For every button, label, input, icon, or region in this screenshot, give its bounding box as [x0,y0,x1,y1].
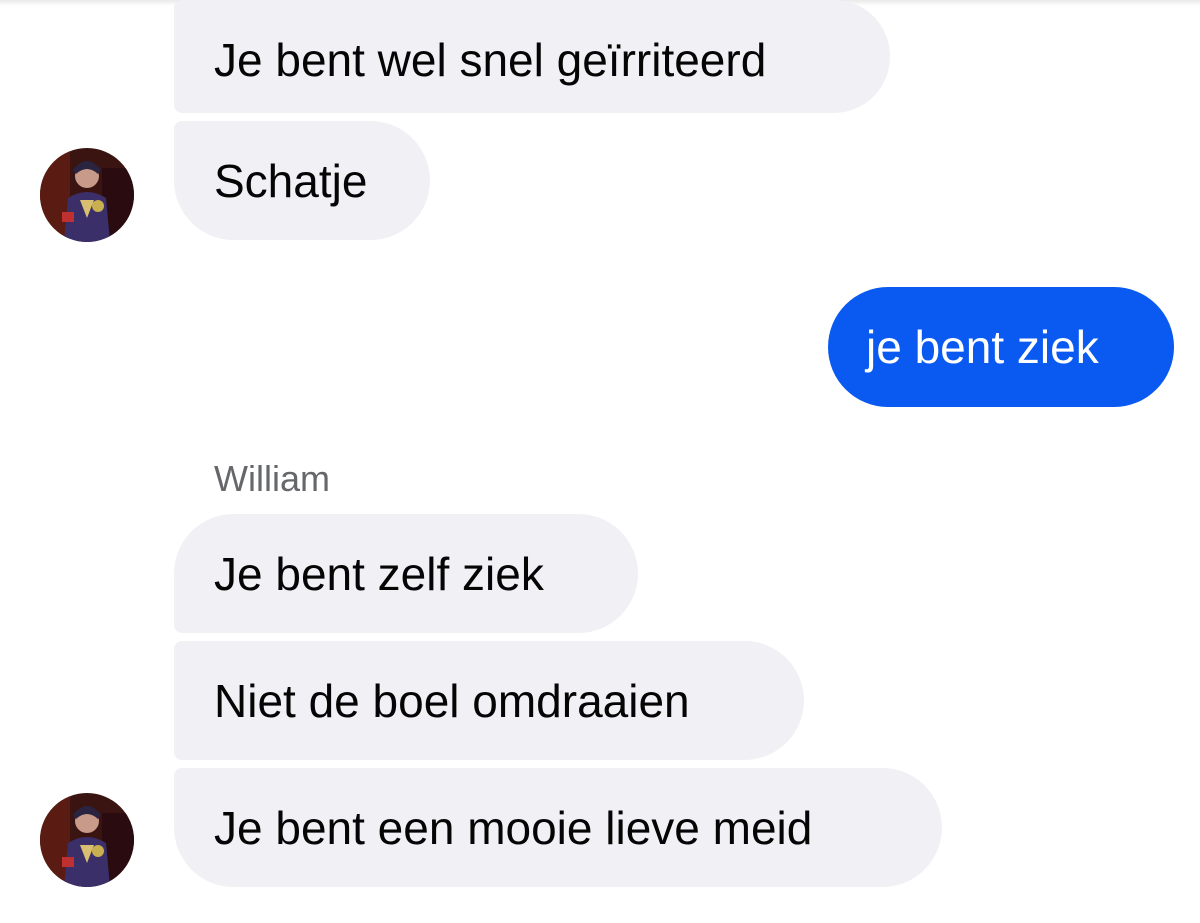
message-text: Schatje [214,154,368,207]
incoming-message[interactable]: Schatje [174,121,430,240]
message-text: Niet de boel omdraaien [214,674,690,727]
outgoing-message[interactable]: je bent ziek [828,287,1174,407]
incoming-message[interactable]: Je bent wel snel geïrriteerd [174,0,890,113]
incoming-message[interactable]: Niet de boel omdraaien [174,641,804,760]
message-text: Je bent zelf ziek [214,547,544,600]
message-text: je bent ziek [866,321,1099,373]
sender-name: William [214,458,330,499]
message-text: Je bent wel snel geïrriteerd [214,33,767,86]
message-text: Je bent een mooie lieve meid [214,801,813,854]
incoming-message[interactable]: Je bent een mooie lieve meid [174,768,942,887]
contact-avatar-icon[interactable] [40,793,134,887]
contact-avatar-icon[interactable] [40,148,134,242]
incoming-message[interactable]: Je bent zelf ziek [174,514,638,633]
